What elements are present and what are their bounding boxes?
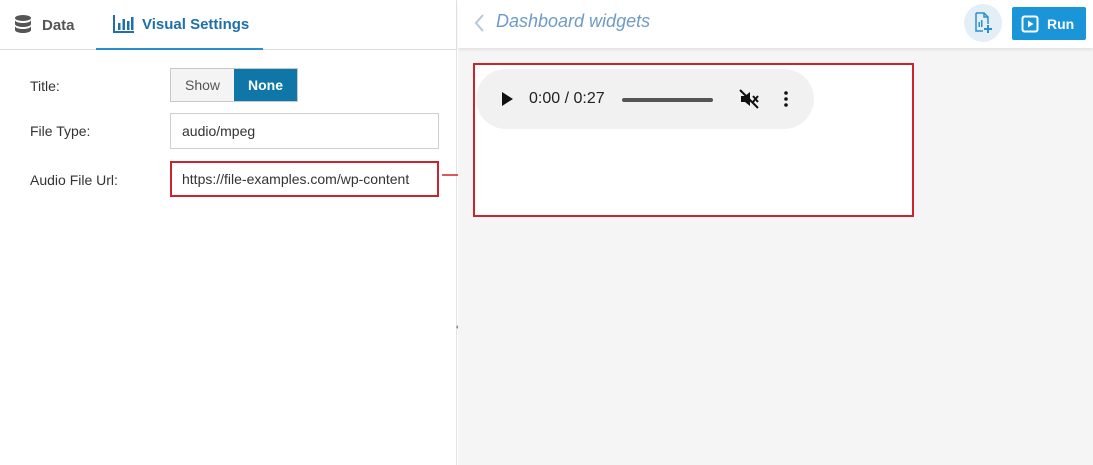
tab-data-label: Data <box>42 16 75 34</box>
run-button-label: Run <box>1047 15 1075 32</box>
file-type-field[interactable]: audio/mpeg <box>170 113 439 149</box>
title-none-option[interactable]: None <box>234 69 297 101</box>
audio-url-label: Audio File Url: <box>30 172 118 188</box>
audio-url-field[interactable]: https://file-examples.com/wp-content <box>170 161 439 197</box>
tab-visual-settings-label: Visual Settings <box>142 15 250 33</box>
chevron-left-icon[interactable] <box>472 12 486 34</box>
file-type-label: File Type: <box>30 123 91 139</box>
audio-time: 0:00 / 0:27 <box>529 90 605 107</box>
settings-panel: Data Visual Settings Title: Show None Fi… <box>0 0 471 465</box>
add-file-icon <box>975 12 992 33</box>
tab-bar: Data Visual Settings <box>0 0 457 50</box>
tab-visual-settings[interactable]: Visual Settings <box>96 0 263 50</box>
audio-progress-bar[interactable] <box>622 98 713 102</box>
mute-icon[interactable] <box>739 89 759 109</box>
more-vertical-icon[interactable] <box>776 89 796 109</box>
add-widget-button[interactable] <box>964 4 1002 42</box>
play-square-icon <box>1021 15 1039 33</box>
tab-data[interactable]: Data <box>12 0 96 50</box>
preview-topbar: Dashboard widgets Run <box>458 0 1093 48</box>
play-icon[interactable] <box>500 91 514 107</box>
database-icon <box>12 14 34 36</box>
title-show-option[interactable]: Show <box>171 69 234 101</box>
audio-player: 0:00 / 0:27 <box>476 69 814 129</box>
audio-widget: 0:00 / 0:27 <box>473 63 914 217</box>
page-title[interactable]: Dashboard widgets <box>496 11 650 32</box>
run-button[interactable]: Run <box>1012 7 1086 40</box>
bar-chart-icon <box>113 13 135 35</box>
title-toggle: Show None <box>170 68 298 102</box>
title-label: Title: <box>30 78 60 94</box>
app-root: Data Visual Settings Title: Show None Fi… <box>0 0 1093 465</box>
preview-panel: Dashboard widgets Run 0:00 / 0:27 <box>458 0 1093 465</box>
